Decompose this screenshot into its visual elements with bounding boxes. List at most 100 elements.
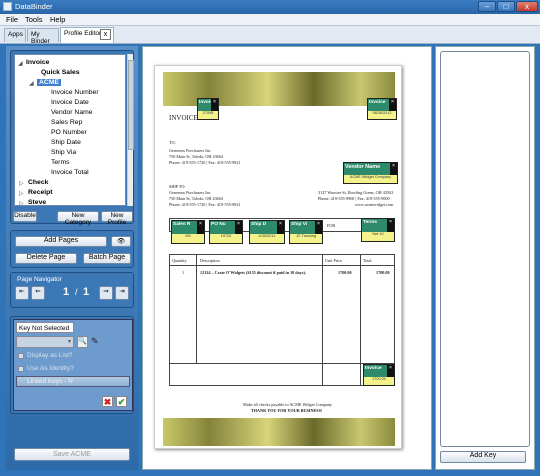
field-po-number[interactable]: PO Nu × 19720 (209, 220, 243, 244)
doc-invoice-title: INVOICE (169, 114, 198, 122)
scrollbar-thumb[interactable] (128, 60, 134, 150)
key-type-dropdown[interactable]: ▾ (16, 336, 74, 348)
col-quantity: Quantity (172, 258, 187, 263)
field-terms[interactable]: Terms × Net 10 (361, 218, 395, 242)
tree-item-invoice-total[interactable]: Invoice Total (51, 169, 89, 176)
field-sales-rep[interactable]: Sales R × M3 (171, 220, 205, 244)
tree-item-receipt[interactable]: Receipt (28, 189, 53, 196)
remove-field-icon[interactable]: × (387, 219, 394, 232)
col-description: Description (200, 258, 220, 263)
tree-item-steve[interactable]: Steve (28, 199, 46, 205)
key-properties-panel: Key Not Selected ▾ 🔍 ✎ Display as List? … (10, 316, 134, 414)
remove-field-icon[interactable]: × (315, 221, 322, 234)
cancel-x-icon[interactable]: ✖ (102, 396, 113, 407)
use-as-identity-label: Use As Identity? (27, 365, 74, 372)
tree-item-check[interactable]: Check (28, 179, 48, 186)
confirm-check-icon[interactable]: ✔ (116, 396, 127, 407)
field-value: M3 (172, 233, 204, 243)
menu-file[interactable]: File (6, 15, 18, 24)
save-acme-button[interactable]: Save ACME (14, 448, 130, 461)
new-profile-button[interactable]: New Profile (101, 211, 133, 226)
tree-item-invoice-date[interactable]: Invoice Date (51, 99, 89, 106)
add-pages-button[interactable]: Add Pages (15, 236, 107, 247)
doc-vendor-addr: 3127 Wooster St, Bowling Green, OH 43502 (318, 190, 394, 195)
expand-arrow-icon[interactable]: ◢ (18, 60, 23, 67)
new-category-button[interactable]: New Category (57, 211, 99, 226)
remove-field-icon[interactable]: × (387, 365, 394, 377)
doc-ship-line: Phone: 419-555-1720 | Fax: 419-555-9821 (169, 202, 241, 207)
field-value: JC Trucking (290, 233, 322, 243)
field-value: 27095 (198, 110, 218, 119)
next-page-icon[interactable]: ⇒ (99, 286, 113, 300)
remove-field-icon[interactable]: × (389, 99, 396, 111)
line-qty: 1 (182, 270, 185, 275)
tree-scrollbar[interactable] (127, 54, 134, 206)
tree-item-ship-date[interactable]: Ship Date (51, 139, 81, 146)
doc-vendor-addr: www.acmewidget.com (355, 202, 394, 207)
tree-item-acme[interactable]: ACME (37, 79, 62, 86)
search-icon[interactable]: 🔍 (77, 336, 88, 348)
doc-vendor-addr: Phone: 419-555-9900 | Fax: 419-555-9000 (318, 196, 390, 201)
field-ship-date[interactable]: Ship D × 4/30/2012 (249, 220, 285, 244)
collapse-arrow-icon[interactable]: ▷ (19, 190, 24, 197)
batch-page-button[interactable]: Batch Page (83, 253, 131, 264)
menu-help[interactable]: Help (50, 15, 65, 24)
delete-page-button[interactable]: Delete Page (15, 253, 77, 264)
close-window-button[interactable]: x (516, 1, 538, 12)
tree-item-sales-rep[interactable]: Sales Rep (51, 119, 82, 126)
field-vendor-name[interactable]: Vendor Name × ACME Widget Company (343, 162, 398, 184)
doc-ship-label: SHIP TO: (169, 184, 186, 189)
invoice-page: INVOICE Invoice × 27095 Invoice × 08/30/20… (154, 65, 402, 449)
remove-field-icon[interactable]: × (197, 221, 204, 234)
use-as-identity-checkbox[interactable] (18, 366, 24, 372)
doc-footer-payable: Make all checks payable to ACME Widget C… (243, 402, 332, 407)
key-list[interactable] (440, 51, 530, 447)
first-page-icon[interactable]: ⇤ (15, 286, 29, 300)
disable-button[interactable]: Disable (13, 211, 37, 222)
field-invoice-date[interactable]: Invoice × 08/30/2012 (367, 98, 397, 120)
doc-to-line: 750 Main St, Toledo, OH 43604 (169, 154, 223, 159)
tree-item-invoice-number[interactable]: Invoice Number (51, 89, 99, 96)
tab-my-binder[interactable]: My Binder (27, 28, 59, 45)
table-total-divider (170, 363, 394, 364)
remove-field-icon[interactable]: × (235, 221, 242, 234)
col-unit-price: Unit Price (325, 258, 343, 263)
tree-item-ship-via[interactable]: Ship Via (51, 149, 76, 156)
menu-tools[interactable]: Tools (25, 15, 43, 24)
expand-arrow-icon[interactable]: ◢ (29, 80, 34, 87)
tree-item-po-number[interactable]: PO Number (51, 129, 87, 136)
maximize-button[interactable]: □ (497, 1, 515, 12)
field-invoice-total[interactable]: Invoice × 1700.00 (363, 364, 395, 386)
tab-profile-editor-label: Profile Editor (64, 30, 102, 37)
profile-tree-panel: ◢ Invoice Quick Sales ◢ ACME Invoice Num… (10, 50, 134, 226)
tree-item-quick-sales[interactable]: Quick Sales (41, 69, 80, 76)
remove-field-icon[interactable]: × (211, 99, 218, 111)
collapse-arrow-icon[interactable]: ▷ (19, 180, 24, 187)
tree-item-vendor-name[interactable]: Vendor Name (51, 109, 93, 116)
collapse-arrow-icon[interactable]: ▷ (19, 200, 24, 205)
app-icon (3, 2, 12, 11)
display-as-list-checkbox[interactable] (18, 353, 24, 359)
field-value: ACME Widget Company (344, 174, 397, 183)
key-box: Key Not Selected ▾ 🔍 ✎ Display as List? … (13, 319, 133, 411)
field-ship-via[interactable]: Ship Vi × JC Trucking (289, 220, 323, 244)
pencil-icon[interactable]: ✎ (91, 336, 102, 348)
minimize-button[interactable]: – (478, 1, 496, 12)
add-key-button[interactable]: Add Key (440, 451, 526, 463)
linked-keys-expander[interactable]: Linked Keys - N (16, 376, 130, 387)
tree-item-invoice[interactable]: Invoice (26, 59, 49, 66)
remove-field-icon[interactable]: × (277, 221, 284, 234)
profile-tree[interactable]: ◢ Invoice Quick Sales ◢ ACME Invoice Num… (14, 54, 126, 206)
table-col-divider (322, 255, 323, 385)
eye-icon[interactable]: 👁 (111, 236, 131, 247)
close-tab-button[interactable]: x (100, 29, 111, 40)
doc-footer-thanks: THANK YOU FOR YOUR BUSINESS! (251, 408, 323, 413)
tab-apps[interactable]: Apps (4, 28, 26, 42)
page-separator: / (75, 287, 78, 297)
remove-field-icon[interactable]: × (390, 163, 397, 175)
last-page-icon[interactable]: ⇥ (115, 286, 129, 300)
tree-item-terms[interactable]: Terms (51, 159, 70, 166)
prev-page-icon[interactable]: ⇐ (31, 286, 45, 300)
chevron-down-icon: ▾ (67, 339, 71, 345)
field-invoice-number[interactable]: Invoice × 27095 (197, 98, 219, 120)
